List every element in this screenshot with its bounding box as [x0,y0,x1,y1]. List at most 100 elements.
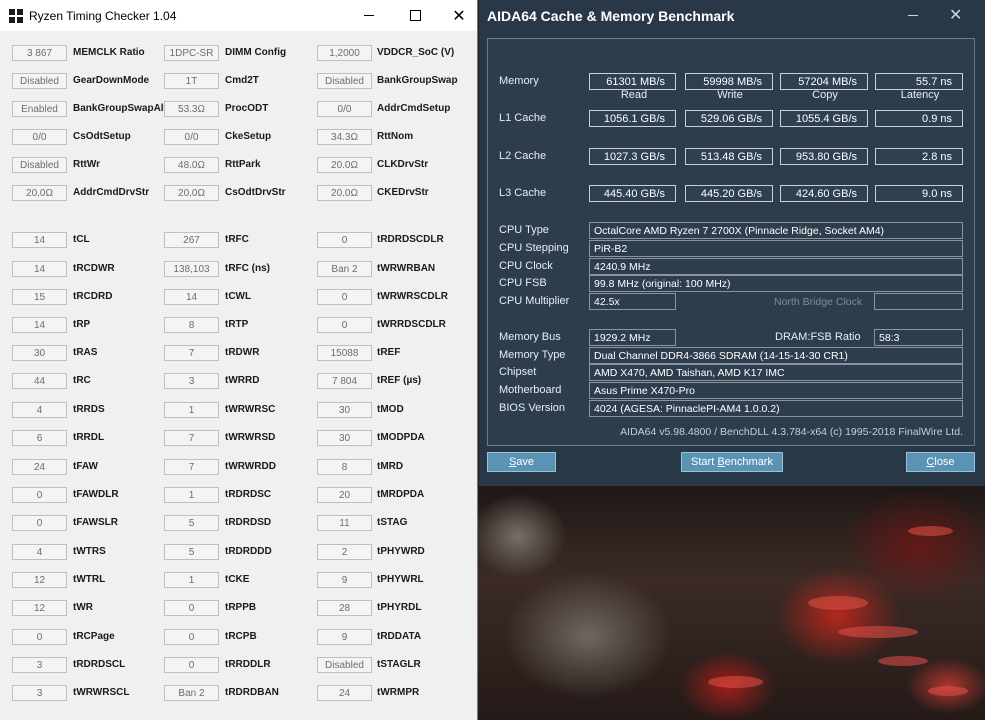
timing-value-ckesetup: 0/0 [164,129,219,145]
timing-label: tMODPDA [377,432,425,443]
bench-value-write: 59998 MB/s [685,73,773,90]
timing-label: tRPPB [225,602,257,613]
timing-value-tfaw: 24 [12,459,67,475]
timing-value-clkdrvstr: 20.0Ω [317,157,372,173]
timing-value-tmod: 30 [317,402,372,418]
chipset-label: Chipset [499,366,537,378]
timing-label: tWRRD [225,375,260,386]
timing-value-tcwl: 14 [164,289,219,305]
maximize-button[interactable] [392,0,438,31]
minimize-icon[interactable] [908,15,918,16]
timing-value-twrwrscl: 3 [12,685,67,701]
cpu-fsb-value: 99.8 MHz (original: 100 MHz) [589,275,963,292]
timing-value-twtrs: 4 [12,544,67,560]
timing-value-trfc: 267 [164,232,219,248]
timing-value-dimm-config: 1DPC-SR [164,45,219,61]
timing-value-csodtsetup: 0/0 [12,129,67,145]
timing-value-tref: 15088 [317,345,372,361]
timing-value-tphywrd: 2 [317,544,372,560]
cpu-stepping-value: PiR-B2 [589,240,963,257]
cpu-type-value: OctalCore AMD Ryzen 7 2700X (Pinnacle Ri… [589,222,963,239]
timing-label: tWR [73,602,93,613]
bench-row-label: L2 Cache [499,150,547,162]
timing-label: tFAW [73,461,98,472]
north-bridge-clock-value [874,293,963,310]
timing-value-geardownmode: Disabled [12,73,67,89]
bench-value-latency: 9.0 ns [875,185,963,202]
timing-label: VDDCR_SoC (V) [377,47,455,58]
timing-value-trdrdscdlr: 0 [317,232,372,248]
north-bridge-clock-label: North Bridge Clock [774,296,863,308]
close-hotkey: C [926,456,935,468]
save-button[interactable]: Save [487,452,556,472]
close-button[interactable]: Close [906,452,975,472]
timing-label: BankGroupSwap [377,75,458,86]
timing-label: tRDRDDD [225,546,272,557]
timing-value-trrddlr: 0 [164,657,219,673]
timing-label: CKEDrvStr [377,187,429,198]
wallpaper-ripple [708,676,763,688]
timing-value-twrrdscdlr: 0 [317,317,372,333]
timing-label: DIMM Config [225,47,287,58]
timing-label: tWRWRSC [225,404,276,415]
maximize-icon [409,10,421,21]
timing-value-tmodpda: 30 [317,430,372,446]
timing-label: tRRDL [73,432,105,443]
timing-value-trppb: 0 [164,600,219,616]
close-button[interactable]: ✕ [436,0,482,31]
column-header-read: Read [620,89,648,101]
timing-value-trcdrd: 15 [12,289,67,305]
timing-label: CkeSetup [225,131,272,142]
wallpaper-ripple [878,656,928,666]
timing-label: tWRWRSD [225,432,276,443]
desktop-wallpaper [478,486,985,720]
timing-value-rttnom: 34.3Ω [317,129,372,145]
cpu-clock-label: CPU Clock [499,260,553,272]
timing-label: tRDWR [225,347,260,358]
timing-label: tCKE [225,574,250,585]
timing-label: tPHYWRL [377,574,424,585]
bench-row-label: L3 Cache [499,187,547,199]
bench-value-write: 529.06 GB/s [685,110,773,127]
timing-label: tCL [73,234,90,245]
timing-value-twtrl: 12 [12,572,67,588]
timing-label: tFAWDLR [73,489,119,500]
close-icon[interactable]: ✕ [949,5,962,25]
timing-label: tWRWRBAN [377,263,436,274]
timing-label: tSTAGLR [377,659,421,670]
timing-label: tRCDRD [73,291,113,302]
aida64-benchmark-window: AIDA64 Cache & Memory Benchmark ✕ Read W… [479,0,985,486]
timing-value-tphyrdl: 28 [317,600,372,616]
timing-value-ckedrvstr: 20.0Ω [317,185,372,201]
bench-value-read: 1056.1 GB/s [589,110,676,127]
timing-value-trcpb: 0 [164,629,219,645]
motherboard-value: Asus Prime X470-Pro [589,382,963,399]
timing-value-trrdl: 6 [12,430,67,446]
bench-value-read: 445.40 GB/s [589,185,676,202]
minimize-button[interactable] [346,0,392,31]
wallpaper-ripple [928,686,968,696]
timing-label: tRTP [225,319,249,330]
bench-value-write: 445.20 GB/s [685,185,773,202]
timing-label: tMRD [377,461,404,472]
timing-label: tRDRDBAN [225,687,279,698]
timing-label: tWRWRSCDLR [377,291,448,302]
timing-label: tPHYRDL [377,602,422,613]
timing-value-addrcmddrvstr: 20.0Ω [12,185,67,201]
timing-label: tRRDDLR [225,659,271,670]
start-benchmark-button[interactable]: Start Benchmark [681,452,783,472]
bench-value-copy: 1055.4 GB/s [780,110,868,127]
timing-label: tWRWRDD [225,461,276,472]
timing-value-twrwrban: Ban 2 [317,261,372,277]
timing-label: tFAWSLR [73,517,118,528]
bench-value-latency: 0.9 ns [875,110,963,127]
timing-label: tWRRDSCDLR [377,319,446,330]
wallpaper-ripple [908,526,953,536]
timing-value-tmrd: 8 [317,459,372,475]
cpu-multiplier-label: CPU Multiplier [499,295,570,307]
bench-row-label: Memory [499,75,539,87]
timing-value-trddata: 9 [317,629,372,645]
timing-value-trcpage: 0 [12,629,67,645]
bench-value-read: 61301 MB/s [589,73,676,90]
title-bar[interactable]: Ryzen Timing Checker 1.04 ✕ [0,0,477,31]
